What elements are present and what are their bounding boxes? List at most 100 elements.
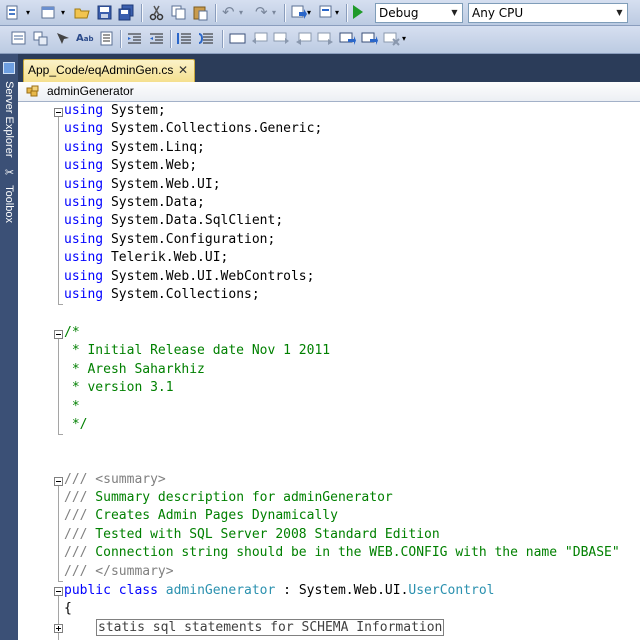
standard-toolbar: ▾ ▾ ↶ ▾ ↷ ▾ ▾ ▾ Debug ▼ Any CPU ▼	[0, 0, 640, 26]
navigate-forward-icon[interactable]	[318, 4, 335, 21]
collapse-usings-icon[interactable]	[54, 108, 63, 117]
using-line: using System.Collections;	[64, 287, 260, 302]
prev-bookmark-folder-icon[interactable]	[295, 30, 312, 47]
using-line: using System.Linq;	[64, 139, 205, 155]
solution-configuration-value: Debug	[379, 6, 419, 20]
comment-line: * Aresh Saharkhiz	[64, 361, 205, 377]
indicator-margin	[18, 102, 51, 640]
toolbar-options-icon[interactable]: ▾	[402, 30, 410, 47]
outline-line	[58, 117, 59, 304]
redo-icon[interactable]: ↷	[255, 4, 272, 21]
add-item-icon[interactable]	[40, 4, 57, 21]
server-explorer-tab[interactable]: Server Explorer	[0, 60, 18, 164]
class-declaration: public class adminGenerator : System.Web…	[64, 583, 495, 598]
indent-icon[interactable]	[148, 30, 165, 47]
solution-platform-select[interactable]: Any CPU ▼	[468, 3, 628, 23]
using-line: using System.Web.UI;	[64, 176, 221, 192]
document-tab-strip: App_Code/eqAdminGen.cs ✕	[18, 54, 640, 82]
doc-summary-open: /// <summary>	[64, 472, 166, 487]
format-document-icon[interactable]: Aab	[76, 30, 93, 47]
code-editor[interactable]: /// <summary> /// </summary> public clas…	[18, 102, 640, 640]
chevron-down-icon: ▼	[451, 8, 458, 17]
outline-line	[58, 486, 59, 581]
outline-line	[58, 339, 59, 434]
toolbar-separator	[120, 30, 122, 48]
using-line: using System.Web;	[64, 158, 198, 174]
add-item-dropdown-icon[interactable]: ▾	[61, 4, 69, 21]
toolbar-separator	[215, 4, 217, 22]
save-icon[interactable]	[96, 4, 113, 21]
cut-icon[interactable]	[148, 4, 165, 21]
outline-end	[58, 304, 63, 305]
using-line: using System.Web.UI.WebControls;	[64, 268, 315, 284]
collapse-comment-icon[interactable]	[54, 330, 63, 339]
bookmark-icon[interactable]	[229, 30, 246, 47]
server-explorer-label: Server Explorer	[3, 81, 15, 158]
outdent-icon[interactable]	[126, 30, 143, 47]
clear-bookmarks-icon[interactable]	[383, 30, 400, 47]
toolbox-tab[interactable]: ✂ Toolbox	[0, 166, 18, 246]
redo-dropdown-icon[interactable]: ▾	[272, 4, 280, 21]
doc-comment-line: /// Connection string should be in the W…	[64, 545, 620, 561]
doc-comment-line: /// Creates Admin Pages Dynamically	[64, 508, 338, 524]
toolbox-tab-icon: ✂	[3, 166, 15, 179]
text-editor-toolbar: Aab ▾	[0, 26, 640, 54]
next-bookmark-icon[interactable]	[273, 30, 290, 47]
solution-explorer-icon[interactable]	[32, 30, 49, 47]
chevron-down-icon: ▼	[616, 8, 623, 17]
solution-configuration-select[interactable]: Debug ▼	[375, 3, 463, 23]
solution-platform-value: Any CPU	[472, 6, 524, 20]
navigate-backward-icon[interactable]	[290, 4, 307, 21]
toolbar-separator	[284, 4, 286, 22]
save-all-icon[interactable]	[118, 4, 135, 21]
comment-line: * version 3.1	[64, 380, 174, 396]
doc-comment-line: /// Summary description for adminGenerat…	[64, 490, 393, 505]
next-bookmark-in-doc-icon[interactable]	[361, 30, 378, 47]
using-line: using Telerik.Web.UI;	[64, 250, 229, 266]
object-browser-icon[interactable]	[54, 30, 71, 47]
new-project-dropdown-icon[interactable]: ▾	[26, 4, 34, 21]
go-to-bookmark-icon[interactable]	[339, 30, 356, 47]
tab-eqadmingen[interactable]: App_Code/eqAdminGen.cs ✕	[23, 59, 195, 82]
next-bookmark-folder-icon[interactable]	[317, 30, 334, 47]
expand-region-icon[interactable]	[54, 624, 63, 633]
undo-dropdown-icon[interactable]: ▾	[239, 4, 247, 21]
toolbar-separator	[346, 4, 348, 22]
collapse-class-icon[interactable]	[54, 587, 63, 596]
side-tool-strip: Server Explorer ✂ Toolbox	[0, 54, 18, 640]
comment-line: /*	[64, 325, 80, 340]
start-debugging-icon[interactable]	[353, 5, 363, 19]
class-open-brace: {	[64, 601, 72, 616]
tab-title: App_Code/eqAdminGen.cs	[28, 63, 174, 77]
using-line: using System;	[64, 103, 166, 118]
collapsed-region[interactable]: statis sql statements for SCHEMA Informa…	[96, 619, 445, 637]
navigate-forward-dropdown-icon[interactable]: ▾	[335, 4, 343, 21]
outline-end	[58, 581, 63, 582]
collapse-doc-comment-icon[interactable]	[54, 477, 63, 486]
properties-icon[interactable]	[10, 30, 27, 47]
outline-end	[58, 434, 63, 435]
comment-line: *	[64, 398, 80, 414]
toolbox-icon[interactable]	[98, 30, 115, 47]
toolbar-separator	[141, 4, 143, 22]
using-line: using System.Collections.Generic;	[64, 121, 323, 137]
class-icon	[26, 85, 39, 97]
navigate-backward-dropdown-icon[interactable]: ▾	[307, 4, 315, 21]
new-project-icon[interactable]	[4, 4, 21, 21]
uncomment-icon[interactable]	[198, 30, 215, 47]
paste-icon[interactable]	[192, 4, 209, 21]
close-icon[interactable]: ✕	[178, 60, 188, 81]
toolbar-separator	[170, 30, 172, 48]
toolbar-separator	[222, 30, 224, 48]
open-file-icon[interactable]	[74, 4, 91, 21]
prev-bookmark-icon[interactable]	[251, 30, 268, 47]
using-line: using System.Data;	[64, 195, 205, 210]
class-name: adminGenerator	[47, 84, 134, 98]
server-explorer-icon	[3, 62, 15, 74]
undo-icon[interactable]: ↶	[222, 4, 239, 21]
doc-comment-line: /// Tested with SQL Server 2008 Standard…	[64, 526, 440, 542]
comment-line: */	[64, 417, 88, 432]
navigation-bar[interactable]: adminGenerator	[18, 82, 640, 102]
copy-icon[interactable]	[170, 4, 187, 21]
comment-icon[interactable]	[176, 30, 193, 47]
